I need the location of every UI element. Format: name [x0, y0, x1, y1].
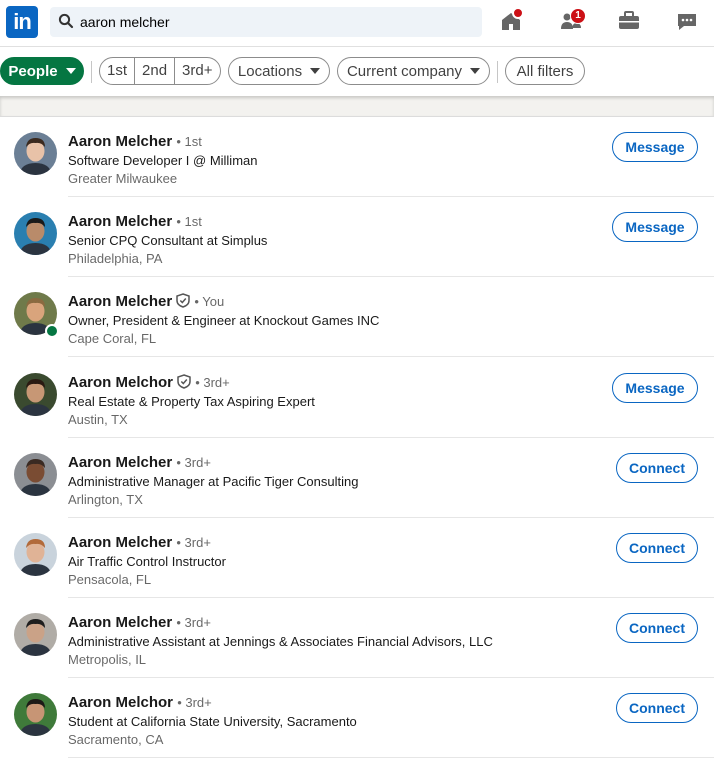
linkedin-logo[interactable]: in: [6, 6, 38, 38]
search-result-row[interactable]: Aaron Melcher • 3rd+ Air Traffic Control …: [0, 518, 714, 598]
connection-degree: • 1st: [176, 134, 202, 149]
connect-button[interactable]: Connect: [616, 533, 698, 563]
people-filter-button[interactable]: People: [0, 57, 84, 85]
connection-degree: • 1st: [176, 214, 202, 229]
locations-filter-button[interactable]: Locations: [228, 57, 330, 85]
profile-avatar[interactable]: [14, 212, 57, 255]
profile-avatar[interactable]: [14, 533, 57, 576]
briefcase-icon: [619, 11, 639, 29]
profile-headline: Senior CPQ Consultant at Simplus: [68, 233, 268, 248]
search-filter-bar: People 1st 2nd 3rd+ Locations Current co…: [0, 46, 714, 97]
profile-location: Sacramento, CA: [68, 732, 164, 747]
connection-degree: • 3rd+: [176, 455, 211, 470]
profile-headline: Owner, President & Engineer at Knockout …: [68, 313, 380, 328]
search-result-row[interactable]: Aaron Melcher • You Owner, President & En…: [0, 277, 714, 357]
network-notification-badge: 1: [570, 8, 586, 24]
jobs-nav[interactable]: [617, 9, 643, 35]
profile-name-text[interactable]: Aaron Melcher: [68, 534, 172, 551]
search-input[interactable]: aaron melcher: [80, 14, 170, 30]
profile-name-text[interactable]: Aaron Melchor: [68, 374, 173, 391]
search-results-list: Aaron Melcher • 1st Software Developer I …: [0, 116, 714, 758]
profile-location: Austin, TX: [68, 412, 128, 427]
message-button[interactable]: Message: [612, 132, 698, 162]
connect-button[interactable]: Connect: [616, 613, 698, 643]
home-nav[interactable]: [499, 7, 525, 35]
search-result-row[interactable]: Aaron Melchor • 3rd+ Real Estate & Proper…: [0, 358, 714, 438]
profile-location: Philadelphia, PA: [68, 251, 163, 266]
connection-degree-filter: 1st 2nd 3rd+: [99, 57, 221, 85]
profile-headline: Student at California State University, …: [68, 714, 357, 729]
connection-degree: • 3rd+: [177, 695, 212, 710]
profile-headline: Software Developer I @ Milliman: [68, 153, 258, 168]
profile-avatar[interactable]: [14, 453, 57, 496]
profile-name[interactable]: Aaron Melcher • 3rd+: [68, 614, 211, 631]
profile-name[interactable]: Aaron Melcher • 1st: [68, 213, 202, 230]
divider: [497, 61, 498, 83]
connection-degree: • 3rd+: [176, 535, 211, 550]
profile-name-text[interactable]: Aaron Melcher: [68, 454, 172, 471]
profile-headline: Administrative Assistant at Jennings & A…: [68, 634, 493, 649]
degree-2nd-button[interactable]: 2nd: [135, 58, 176, 84]
all-filters-button[interactable]: All filters: [505, 57, 585, 85]
connection-degree: • 3rd+: [195, 375, 230, 390]
search-result-row[interactable]: Aaron Melcher • 1st Software Developer I …: [0, 117, 714, 197]
profile-avatar[interactable]: [14, 132, 57, 175]
section-gap: [0, 96, 714, 116]
profile-name[interactable]: Aaron Melcher • 3rd+: [68, 454, 211, 471]
degree-3rd-button[interactable]: 3rd+: [175, 58, 219, 84]
people-filter-label: People: [8, 63, 58, 80]
profile-name[interactable]: Aaron Melcher • 3rd+: [68, 534, 211, 551]
profile-name-text[interactable]: Aaron Melcher: [68, 213, 172, 230]
messaging-icon: [678, 14, 696, 30]
profile-name-text[interactable]: Aaron Melcher: [68, 614, 172, 631]
search-result-row[interactable]: Aaron Melcher • 3rd+ Administrative Manag…: [0, 438, 714, 518]
search-result-row[interactable]: Aaron Melcher • 3rd+ Administrative Assis…: [0, 598, 714, 678]
profile-name-text[interactable]: Aaron Melcher: [68, 133, 172, 150]
profile-name[interactable]: Aaron Melchor • 3rd+: [68, 694, 212, 711]
profile-name[interactable]: Aaron Melcher • You: [68, 293, 224, 310]
profile-location: Cape Coral, FL: [68, 331, 157, 346]
current-company-label: Current company: [346, 63, 463, 80]
connection-degree: • You: [194, 294, 225, 309]
search-result-row[interactable]: Aaron Melcher • 1st Senior CPQ Consultant…: [0, 197, 714, 277]
message-button[interactable]: Message: [612, 212, 698, 242]
verified-shield-icon: [177, 374, 191, 389]
profile-name-text[interactable]: Aaron Melchor: [68, 694, 173, 711]
current-company-filter-button[interactable]: Current company: [337, 57, 490, 85]
profile-name-text[interactable]: Aaron Melcher: [68, 293, 172, 310]
search-result-row[interactable]: Aaron Melchor • 3rd+ Student at Californi…: [0, 678, 714, 758]
my-network-nav[interactable]: 1: [559, 8, 586, 35]
top-nav-bar: in aaron melcher 1: [0, 0, 714, 45]
profile-headline: Administrative Manager at Pacific Tiger …: [68, 474, 359, 489]
degree-1st-button[interactable]: 1st: [100, 58, 136, 84]
connection-degree: • 3rd+: [176, 615, 211, 630]
profile-avatar[interactable]: [14, 693, 57, 736]
profile-location: Greater Milwaukee: [68, 171, 178, 186]
profile-name[interactable]: Aaron Melcher • 1st: [68, 133, 202, 150]
chevron-down-icon: [65, 68, 76, 75]
online-status-indicator: [45, 324, 59, 338]
profile-location: Metropolis, IL: [68, 652, 147, 667]
profile-avatar[interactable]: [14, 373, 57, 416]
profile-location: Arlington, TX: [68, 492, 143, 507]
chevron-down-icon: [310, 68, 321, 75]
search-bar[interactable]: aaron melcher: [50, 7, 482, 37]
profile-avatar[interactable]: [14, 613, 57, 656]
row-divider: [68, 356, 714, 357]
home-notification-dot: [512, 7, 524, 19]
connect-button[interactable]: Connect: [616, 453, 698, 483]
profile-headline: Air Traffic Control Instructor: [68, 554, 226, 569]
profile-headline: Real Estate & Property Tax Aspiring Expe…: [68, 394, 315, 409]
message-button[interactable]: Message: [612, 373, 698, 403]
profile-name[interactable]: Aaron Melchor • 3rd+: [68, 374, 230, 391]
connect-button[interactable]: Connect: [616, 693, 698, 723]
divider: [91, 61, 92, 83]
profile-location: Pensacola, FL: [68, 572, 152, 587]
chevron-down-icon: [470, 68, 481, 75]
messaging-nav[interactable]: [675, 9, 701, 35]
search-icon: [58, 13, 74, 29]
locations-label: Locations: [237, 63, 303, 80]
verified-shield-icon: [176, 293, 190, 308]
